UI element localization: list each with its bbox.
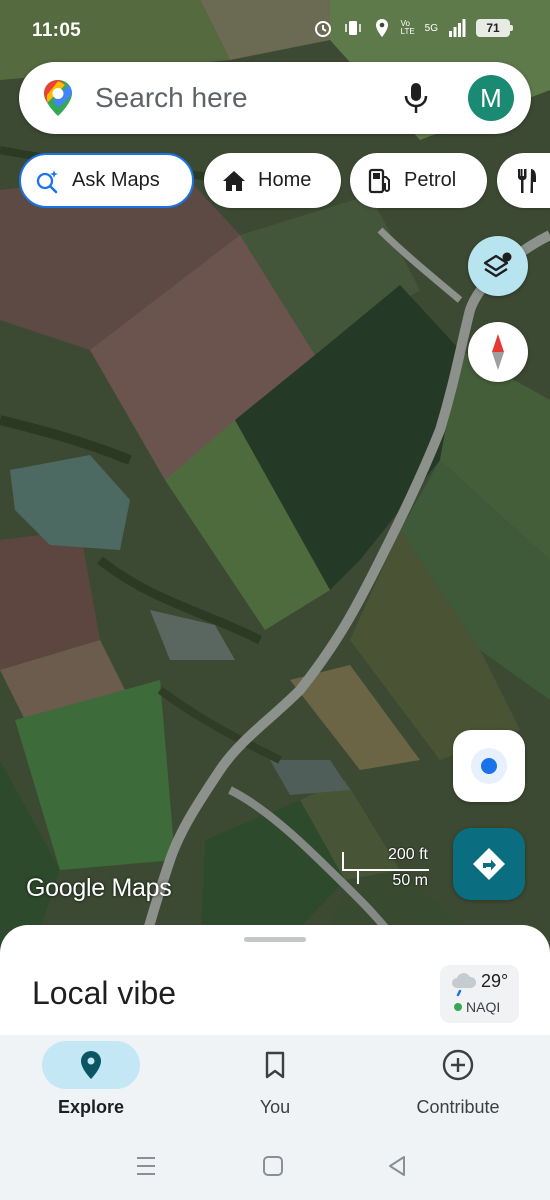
my-location-button[interactable]: [453, 730, 525, 802]
fuel-pump-icon: [368, 168, 390, 193]
nav-explore[interactable]: Explore: [11, 1041, 171, 1118]
nav-contribute[interactable]: Contribute: [378, 1041, 538, 1118]
weather-widget[interactable]: 29° NAQI: [440, 965, 519, 1023]
chip-ask-maps[interactable]: Ask Maps: [19, 153, 194, 208]
nav-label: Contribute: [416, 1097, 500, 1117]
directions-icon: [473, 848, 505, 880]
status-bar: 11:05 Vo LTE 5G 71: [0, 0, 550, 62]
signal-icon: [449, 19, 466, 37]
chip-home[interactable]: Home: [204, 153, 341, 208]
battery-indicator: 71: [476, 19, 513, 37]
account-avatar[interactable]: M: [468, 75, 514, 121]
layers-icon: [483, 252, 512, 278]
home-button-icon[interactable]: [262, 1155, 284, 1177]
chip-label: Ask Maps: [72, 169, 160, 191]
home-icon: [223, 170, 245, 191]
location-pin-icon: [81, 1051, 101, 1079]
google-maps-watermark: Google Maps: [26, 874, 172, 902]
satellite-map[interactable]: [0, 0, 550, 960]
scale-metric: 50 m: [392, 872, 428, 889]
add-circle-icon: [442, 1049, 474, 1081]
location-icon: [375, 19, 388, 37]
aqi-label: NAQI: [466, 999, 501, 1015]
microphone-icon[interactable]: [403, 82, 429, 114]
network-label: 5G: [424, 22, 438, 34]
battery-level: 71: [486, 21, 500, 35]
my-location-icon: [471, 748, 507, 784]
volte-label: Vo LTE: [400, 19, 415, 36]
chip-label: Petrol: [404, 169, 457, 191]
recents-icon[interactable]: [135, 1155, 157, 1177]
restaurant-icon: [518, 168, 536, 193]
status-time: 11:05: [32, 20, 82, 41]
chip-restaurants[interactable]: [497, 153, 550, 208]
nav-icon-container: [226, 1041, 324, 1089]
google-maps-pin-icon: [44, 80, 72, 116]
bottom-navigation: Explore You Contribute: [0, 1035, 550, 1135]
air-quality: NAQI: [454, 999, 500, 1015]
nav-label: Explore: [57, 1097, 125, 1117]
nav-you[interactable]: You: [195, 1041, 355, 1118]
vibrate-icon: [344, 21, 361, 35]
chip-petrol[interactable]: Petrol: [350, 153, 487, 208]
layers-button[interactable]: [468, 236, 528, 296]
chip-label: Home: [258, 169, 312, 191]
nav-label: You: [259, 1097, 291, 1117]
weather-temperature: 29°: [481, 971, 509, 991]
nav-icon-container: [42, 1041, 140, 1089]
bookmark-icon: [265, 1051, 285, 1079]
map-scale: 200 ft 50 m: [342, 846, 432, 890]
rain-cloud-icon: [452, 973, 477, 997]
system-navigation: [0, 1135, 550, 1200]
directions-button[interactable]: [453, 828, 525, 900]
bottom-sheet[interactable]: Local vibe 29° NAQI: [0, 925, 550, 1040]
status-icons: Vo LTE 5G 71: [313, 18, 513, 38]
compass-icon: [492, 334, 504, 370]
search-input[interactable]: Search here: [95, 82, 248, 114]
sheet-title: Local vibe: [32, 975, 177, 1011]
drag-handle[interactable]: [244, 937, 306, 942]
aqi-status-dot: [454, 1003, 462, 1011]
scale-imperial: 200 ft: [387, 846, 428, 863]
alarm-icon: [314, 21, 331, 37]
sparkle-search-icon: [36, 169, 58, 193]
search-bar[interactable]: Search here M: [19, 62, 531, 134]
nav-icon-container: [409, 1041, 507, 1089]
back-icon[interactable]: [386, 1155, 408, 1177]
compass-button[interactable]: [468, 322, 528, 382]
